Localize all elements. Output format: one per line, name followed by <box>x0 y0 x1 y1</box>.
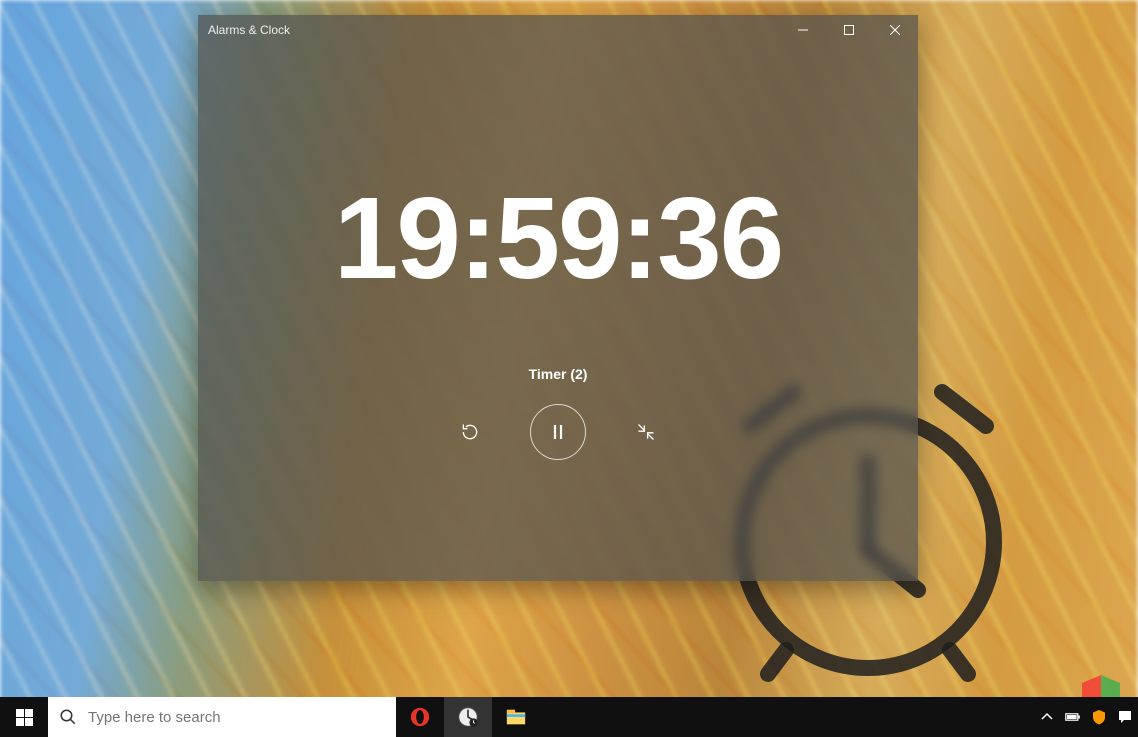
action-center-icon <box>1117 709 1133 725</box>
pause-button[interactable] <box>530 404 586 460</box>
collapse-button[interactable] <box>632 418 660 446</box>
close-button[interactable] <box>872 15 918 45</box>
maximize-button[interactable] <box>826 15 872 45</box>
taskbar-app-browser[interactable] <box>444 697 492 737</box>
opera-icon <box>409 706 431 728</box>
chevron-up-icon <box>1039 709 1055 725</box>
start-button[interactable] <box>0 697 48 737</box>
window-title: Alarms & Clock <box>198 23 290 37</box>
battery-icon <box>1065 709 1081 725</box>
search-icon <box>48 697 88 737</box>
tray-security[interactable] <box>1086 697 1112 737</box>
action-center-button[interactable] <box>1112 697 1138 737</box>
browser-icon <box>457 706 479 728</box>
taskbar <box>0 697 1138 737</box>
taskbar-app-opera[interactable] <box>396 697 444 737</box>
alarms-clock-window: Alarms & Clock 19:59:36 Timer (2) <box>198 15 918 581</box>
security-icon <box>1091 709 1107 725</box>
taskbar-app-file-explorer[interactable] <box>492 697 540 737</box>
system-tray <box>1034 697 1138 737</box>
windows-icon <box>16 709 33 726</box>
minimize-button[interactable] <box>780 15 826 45</box>
reset-button[interactable] <box>456 418 484 446</box>
search-input[interactable] <box>88 709 396 726</box>
tray-overflow-button[interactable] <box>1034 697 1060 737</box>
timer-controls <box>456 404 660 460</box>
taskbar-search[interactable] <box>48 697 396 737</box>
titlebar[interactable]: Alarms & Clock <box>198 15 918 45</box>
timer-time-display: 19:59:36 <box>334 180 782 296</box>
file-explorer-icon <box>505 706 527 728</box>
timer-label: Timer (2) <box>529 366 588 382</box>
tray-battery[interactable] <box>1060 697 1086 737</box>
